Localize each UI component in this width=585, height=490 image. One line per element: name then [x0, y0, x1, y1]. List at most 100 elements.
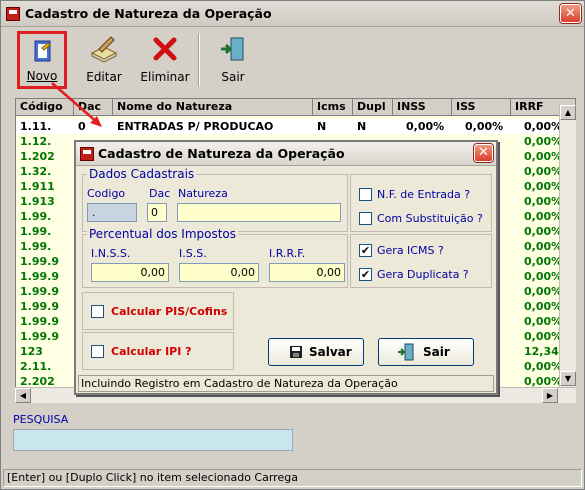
natureza-label: Natureza — [178, 187, 228, 200]
dialog-sair-label: Sair — [423, 345, 450, 359]
floppy-disk-icon — [290, 346, 302, 358]
pis-cofins-checkbox[interactable] — [91, 305, 104, 318]
cell-irrf: 0,00% — [524, 165, 563, 178]
sair-button[interactable]: Sair — [209, 31, 257, 87]
scroll-up-icon[interactable]: ▲ — [560, 105, 576, 120]
cell-irrf: 0,00% — [524, 135, 563, 148]
cell-irrf: 0,00% — [524, 240, 563, 253]
cell-irrf: 0,00% — [524, 150, 563, 163]
cell-codigo: 1.911 — [20, 180, 55, 193]
ipi-label: Calcular IPI ? — [111, 345, 192, 358]
irrf-label: I.R.R.F. — [269, 247, 306, 260]
cell-irrf: 0,00% — [524, 180, 563, 193]
cell-codigo: 1.32. — [20, 165, 52, 178]
dialog-title-bar: Cadastro de Natureza da Operação ✕ — [76, 142, 496, 166]
title-bar: Cadastro de Natureza da Operação ✕ — [1, 1, 584, 27]
dialog-close-button[interactable]: ✕ — [474, 144, 493, 162]
cell-dupl: N — [357, 120, 367, 133]
percentual-group: Percentual dos Impostos I.N.S.S. I.S.S. … — [82, 227, 348, 288]
window-title: Cadastro de Natureza da Operação — [25, 6, 272, 21]
inss-input[interactable]: 0,00 — [91, 263, 169, 282]
codigo-input[interactable]: . — [87, 203, 137, 222]
cell-irrf: 0,00% — [524, 300, 563, 313]
cell-codigo: 1.202 — [20, 150, 55, 163]
dados-cadastrais-group: Dados Cadastrais Codigo Dac Natureza . 0 — [82, 167, 348, 232]
cell-irrf: 0,00% — [524, 285, 563, 298]
col-dupl[interactable]: Dupl — [353, 99, 393, 116]
cell-codigo: 1.99. — [20, 225, 52, 238]
cell-codigo: 1.99.9 — [20, 315, 59, 328]
scroll-left-icon[interactable]: ◀ — [15, 388, 31, 403]
dialog-status-bar: Incluindo Registro em Cadastro de Nature… — [78, 375, 494, 392]
status-bar: [Enter] ou [Duplo Click] no item selecio… — [3, 469, 582, 487]
salvar-label: Salvar — [309, 345, 352, 359]
pis-cofins-group: Calcular PIS/Cofins — [82, 292, 234, 330]
dialog-sair-button[interactable]: Sair — [378, 338, 474, 366]
col-inss[interactable]: INSS — [393, 99, 452, 116]
exit-door-icon — [221, 37, 244, 61]
com-subst-checkbox[interactable] — [359, 212, 372, 225]
toolbar-separator — [198, 34, 200, 86]
close-window-button[interactable]: ✕ — [560, 4, 581, 23]
gera-icms-checkbox[interactable]: ✔ — [359, 244, 372, 257]
new-document-icon — [34, 40, 51, 62]
pesquisa-input[interactable] — [13, 429, 293, 451]
cell-irrf: 0,00% — [524, 315, 563, 328]
irrf-input[interactable]: 0,00 — [269, 263, 345, 282]
nf-entrada-label: N.F. de Entrada ? — [377, 188, 471, 201]
delete-x-icon — [153, 37, 177, 61]
cell-codigo: 1.99. — [20, 240, 52, 253]
nf-group: N.F. de Entrada ? Com Substituição ? — [350, 174, 492, 232]
iss-input[interactable]: 0,00 — [179, 263, 259, 282]
gera-dupl-checkbox[interactable]: ✔ — [359, 268, 372, 281]
grid-vertical-scrollbar[interactable]: ▲ ▼ — [559, 105, 576, 387]
codigo-label: Codigo — [87, 187, 126, 200]
natureza-dialog: Cadastro de Natureza da Operação ✕ Dados… — [74, 140, 498, 395]
com-subst-label: Com Substituição ? — [377, 212, 483, 225]
ipi-group: Calcular IPI ? — [82, 332, 234, 370]
cell-irrf: 0,00% — [524, 120, 563, 133]
cell-codigo: 1.99.9 — [20, 255, 59, 268]
cell-irrf: 0,00% — [524, 195, 563, 208]
cell-codigo: 123 — [20, 345, 43, 358]
natureza-input[interactable] — [177, 203, 341, 222]
gera-group: ✔ Gera ICMS ? ✔ Gera Duplicata ? — [350, 234, 492, 288]
edit-book-icon — [90, 36, 118, 63]
percentual-label: Percentual dos Impostos — [87, 227, 239, 241]
dialog-title: Cadastro de Natureza da Operação — [98, 146, 345, 161]
cell-irrf: 0,00% — [524, 210, 563, 223]
scroll-right-icon[interactable]: ▶ — [542, 388, 558, 403]
sair-label: Sair — [221, 70, 245, 84]
pis-cofins-label: Calcular PIS/Cofins — [111, 305, 228, 318]
cell-codigo: 2.11. — [20, 360, 52, 373]
dados-cadastrais-label: Dados Cadastrais — [87, 167, 197, 181]
dac-label: Dac — [149, 187, 171, 200]
cell-irrf: 0,00% — [524, 270, 563, 283]
dac-input[interactable]: 0 — [147, 203, 167, 222]
cell-codigo: 1.99.9 — [20, 300, 59, 313]
cell-iss: 0,00% — [465, 120, 504, 133]
app-icon — [6, 7, 20, 21]
cell-irrf: 0,00% — [524, 330, 563, 343]
nf-entrada-checkbox[interactable] — [359, 188, 372, 201]
cell-codigo: 1.913 — [20, 195, 55, 208]
cell-irrf: 0,00% — [524, 255, 563, 268]
iss-label: I.S.S. — [179, 247, 207, 260]
cell-irrf: 0,00% — [524, 225, 563, 238]
col-iss[interactable]: ISS — [452, 99, 511, 116]
callout-arrow — [51, 82, 102, 127]
gera-dupl-label: Gera Duplicata ? — [377, 268, 469, 281]
cell-codigo: 1.99.9 — [20, 270, 59, 283]
cell-codigo: 1.99.9 — [20, 330, 59, 343]
ipi-checkbox[interactable] — [91, 345, 104, 358]
scroll-down-icon[interactable]: ▼ — [560, 371, 576, 386]
exit-door-icon — [398, 343, 414, 361]
dialog-app-icon — [80, 147, 94, 161]
gera-icms-label: Gera ICMS ? — [377, 244, 444, 257]
cell-inss: 0,00% — [406, 120, 445, 133]
salvar-button[interactable]: Salvar — [268, 338, 364, 366]
col-icms[interactable]: Icms — [313, 99, 353, 116]
pesquisa-label: PESQUISA — [13, 413, 69, 426]
cell-irrf: 0,00% — [524, 360, 563, 373]
cell-icms: N — [317, 120, 327, 133]
